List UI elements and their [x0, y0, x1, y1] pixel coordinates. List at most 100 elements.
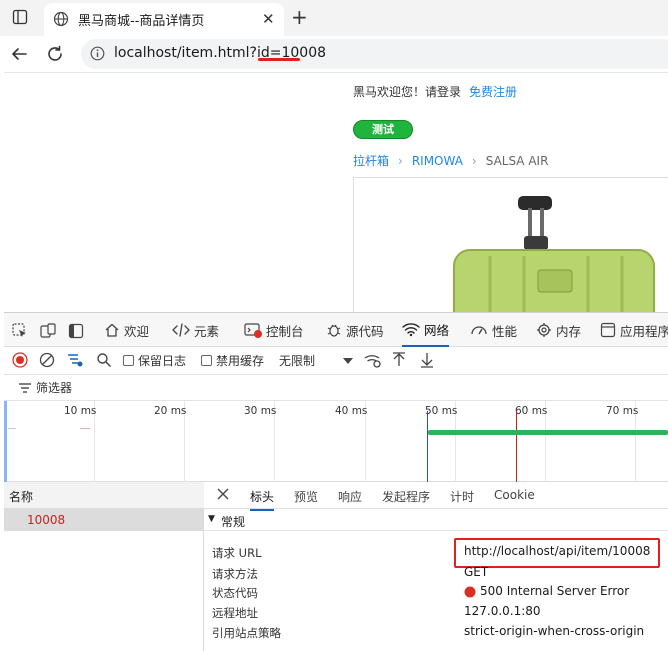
tab-label: 性能	[492, 323, 518, 339]
filter-icon	[18, 381, 32, 395]
timeline-tick-label: 50 ms	[425, 405, 458, 417]
general-key: 请求方法	[212, 567, 258, 581]
console-icon	[244, 322, 262, 338]
tab-network[interactable]: 网络	[402, 313, 450, 347]
request-name: 10008	[27, 513, 66, 527]
tab-headers[interactable]: 标头	[250, 488, 275, 511]
network-conditions-icon[interactable]	[364, 352, 382, 368]
throttling-select[interactable]: 无限制	[279, 352, 315, 369]
filter-input[interactable]: 筛选器	[18, 379, 72, 396]
tab-title: 黑马商城--商品详情页	[78, 14, 205, 29]
triangle-down-icon: ▼	[208, 514, 215, 524]
network-timeline[interactable]: 10 ms 20 ms 30 ms 40 ms 50 ms 60 ms 70 m…	[4, 401, 668, 482]
inspect-element-icon[interactable]	[12, 323, 28, 339]
tab-label: 应用程序	[620, 323, 668, 339]
dom-content-loaded-marker	[427, 411, 428, 482]
section-title: 常规	[221, 515, 246, 529]
code-icon	[172, 322, 190, 338]
breadcrumb: 拉杆箱 › RIMOWA › SALSA AIR	[353, 152, 548, 169]
address-bar[interactable]: localhost/item.html?id=10008	[81, 39, 668, 69]
new-tab-button[interactable]: +	[291, 5, 308, 29]
load-event-marker	[516, 411, 517, 482]
timeline-tick-label: 70 ms	[606, 405, 639, 417]
general-section-header[interactable]: ▼ 常规	[204, 509, 668, 531]
detail-tabbar: 标头 预览 响应 发起程序 计时 Cookie	[204, 482, 668, 511]
clear-icon[interactable]	[39, 352, 55, 368]
breadcrumb-item[interactable]: 拉杆箱	[353, 154, 389, 168]
disable-cache-label: 禁用缓存	[216, 354, 265, 368]
bug-icon	[326, 322, 342, 338]
globe-icon	[53, 11, 69, 27]
info-icon[interactable]	[90, 46, 105, 61]
tab-label: 网络	[424, 322, 450, 338]
tab-label: 元素	[194, 323, 220, 339]
filter-bar: 筛选器	[4, 375, 668, 401]
tab-application[interactable]: 应用程序	[600, 313, 668, 347]
sidebar-toggle-icon[interactable]	[12, 9, 28, 25]
tab-sources[interactable]: 源代码	[326, 313, 384, 347]
timeline-tick-label: 40 ms	[335, 405, 368, 417]
url-highlight-underline	[258, 58, 300, 61]
request-waterfall-bar	[428, 430, 668, 435]
tab-memory[interactable]: 内存	[536, 313, 581, 347]
referrer-policy-value: strict-origin-when-cross-origin	[464, 624, 645, 638]
close-icon[interactable]	[216, 487, 230, 501]
preserve-log-checkbox[interactable]: 保留日志	[123, 352, 186, 369]
reload-icon[interactable]	[46, 45, 64, 63]
devtools-panel: 欢迎 元素 控制台 源代码 网络 性能 内存 应用程序 保留日志 禁用缓存 无限…	[4, 312, 668, 651]
page-viewport: 黑马欢迎您！请登录 免费注册 测试 拉杆箱 › RIMOWA › SALSA AIR	[4, 72, 668, 318]
tab-performance[interactable]: 性能	[470, 313, 517, 347]
tab-timing[interactable]: 计时	[450, 488, 474, 505]
name-header-label: 名称	[9, 490, 34, 504]
timeline-overview-tick	[8, 428, 16, 429]
name-column-header[interactable]: 名称	[4, 482, 204, 509]
download-icon[interactable]	[420, 352, 434, 368]
test-button[interactable]: 测试	[353, 120, 413, 139]
checkbox-box	[201, 355, 212, 366]
tab-console[interactable]: 控制台	[244, 313, 304, 347]
register-link[interactable]: 免费注册	[469, 85, 517, 99]
general-key: 远程地址	[212, 606, 258, 620]
tab-label: 欢迎	[124, 323, 150, 339]
general-key: 请求 URL	[212, 546, 262, 560]
timeline-overview-tick	[80, 428, 90, 429]
tab-preview[interactable]: 预览	[294, 488, 318, 505]
tab-close-icon[interactable]: ✕	[262, 10, 275, 28]
login-link[interactable]: 黑马欢迎您！请登录	[353, 85, 461, 99]
welcome-bar: 黑马欢迎您！请登录 免费注册	[353, 83, 517, 100]
tab-response[interactable]: 响应	[338, 488, 362, 505]
back-arrow-icon[interactable]	[10, 45, 28, 63]
upload-icon[interactable]	[392, 352, 406, 368]
dock-side-icon[interactable]	[68, 323, 84, 339]
home-icon	[104, 322, 120, 338]
preserve-log-label: 保留日志	[138, 354, 187, 368]
filter-lines-icon[interactable]	[66, 352, 84, 368]
checkbox-box	[123, 355, 134, 366]
suitcase-image	[434, 186, 668, 318]
remote-address-value: 127.0.0.1:80	[464, 604, 541, 618]
disable-cache-checkbox[interactable]: 禁用缓存	[201, 352, 264, 369]
request-row[interactable]: 10008	[4, 509, 204, 531]
search-icon[interactable]	[96, 352, 112, 368]
tab-initiator[interactable]: 发起程序	[382, 488, 430, 505]
device-toolbar-icon[interactable]	[40, 323, 56, 339]
request-details: 标头 预览 响应 发起程序 计时 Cookie ▼ 常规 请求 URL http…	[204, 482, 668, 651]
tab-label: 内存	[556, 323, 582, 339]
tab-welcome[interactable]: 欢迎	[104, 313, 149, 347]
browser-tab[interactable]: 黑马商城--商品详情页 ✕	[44, 3, 284, 36]
timeline-tick-label: 10 ms	[64, 405, 97, 417]
tab-elements[interactable]: 元素	[172, 313, 219, 347]
general-key: 引用站点策略	[212, 626, 281, 640]
browser-tab-strip: 黑马商城--商品详情页 ✕ +	[0, 0, 668, 36]
product-image-frame	[353, 177, 668, 318]
devtools-tabbar: 欢迎 元素 控制台 源代码 网络 性能 内存 应用程序	[4, 313, 668, 347]
record-stop-icon[interactable]	[12, 352, 28, 368]
chevron-right-icon: ›	[471, 154, 477, 168]
timeline-selection-handle[interactable]	[4, 401, 7, 482]
network-controls: 保留日志 禁用缓存 无限制	[4, 347, 668, 375]
chevron-right-icon: ›	[398, 154, 403, 168]
tab-label: 源代码	[346, 323, 384, 339]
breadcrumb-item[interactable]: RIMOWA	[412, 154, 463, 168]
tab-cookie[interactable]: Cookie	[494, 488, 535, 502]
caret-down-icon[interactable]	[342, 356, 354, 366]
